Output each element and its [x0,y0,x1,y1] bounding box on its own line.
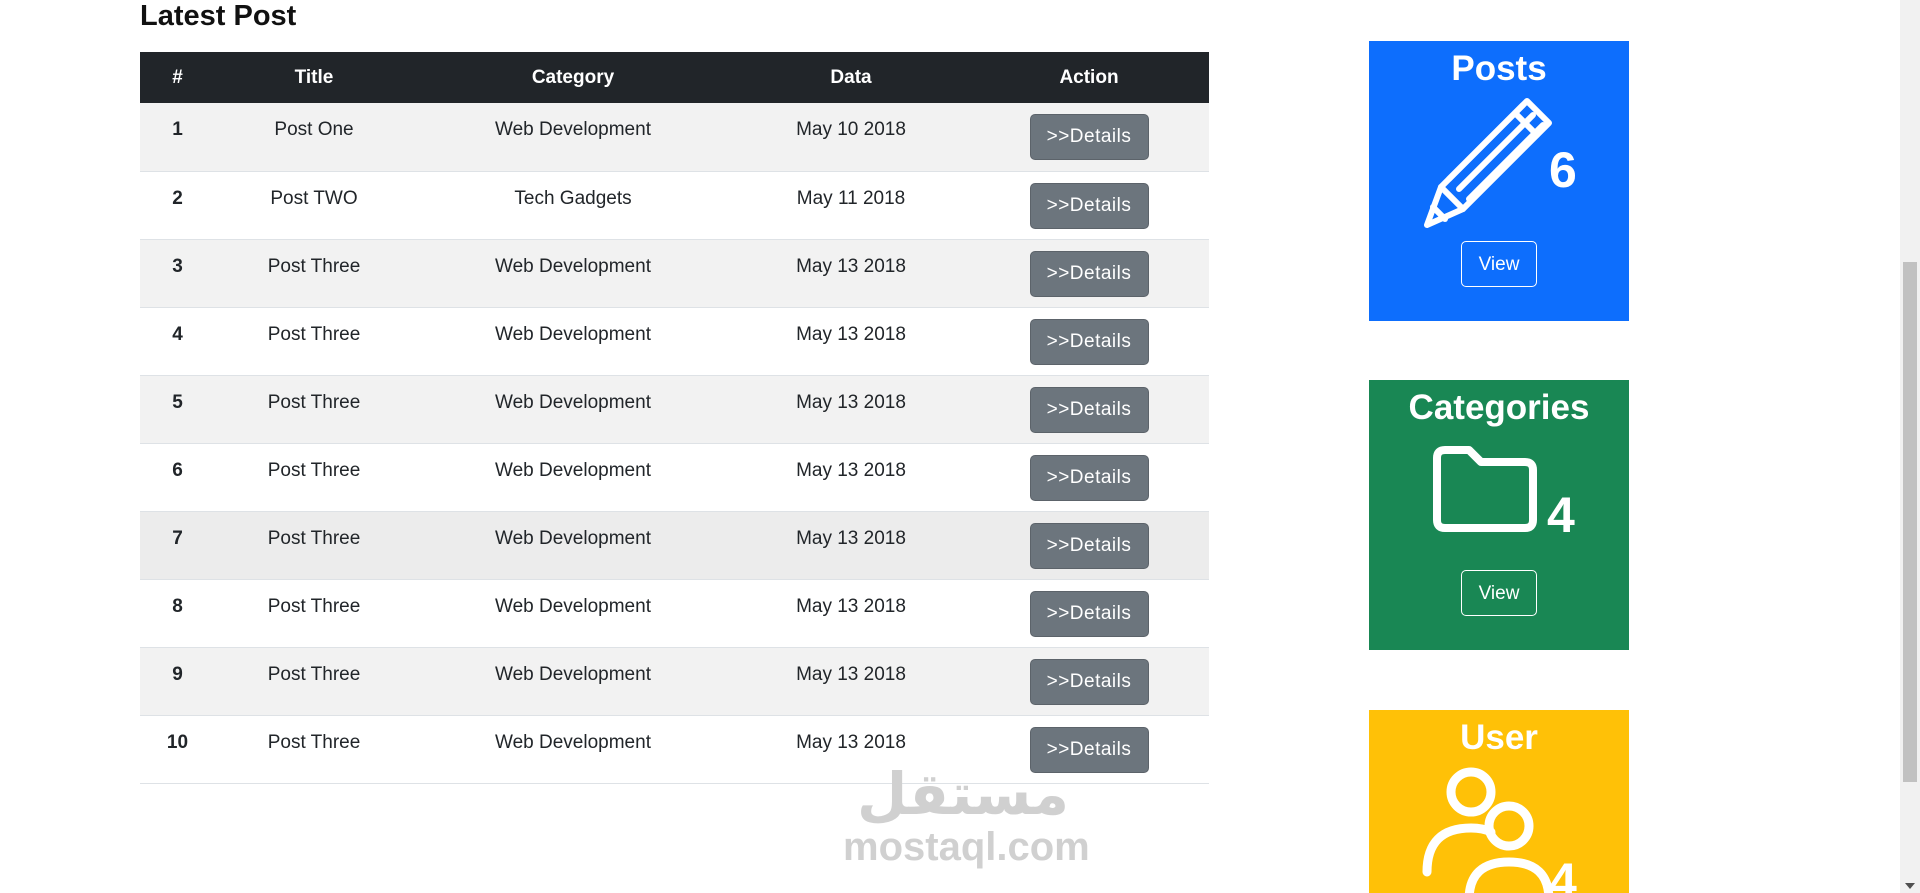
row-date: May 10 2018 [796,119,906,140]
watermark-latin: mostaql.com [843,825,1090,869]
row-title: Post Three [267,595,361,617]
folder-icon [1433,446,1537,532]
page-title: Latest Post [140,0,297,32]
details-button[interactable]: >>Details [1029,454,1149,501]
details-button[interactable]: >>Details [1029,522,1149,569]
row-number: 6 [172,459,183,481]
row-number: 7 [172,527,183,549]
row-action: >>Details [969,579,1209,647]
row-action: >>Details [969,511,1209,579]
details-button[interactable]: >>Details [1029,318,1149,365]
details-button[interactable]: >>Details [1029,590,1149,637]
row-category: Web Development [495,527,651,549]
row-action: >>Details [969,239,1209,307]
row-number: 10 [166,731,189,753]
row-number: 5 [172,391,183,413]
row-title: Post Three [267,663,361,685]
page: Latest Post # Title Category Data Action… [0,0,1920,893]
row-date: May 13 2018 [796,323,906,345]
row-category: Web Development [495,459,651,481]
row-date: May 11 2018 [796,187,906,209]
posts-count: 6 [1549,142,1577,198]
row-action: >>Details [969,647,1209,715]
row-category: Web Development [495,595,651,617]
row-date: May 13 2018 [796,255,906,277]
details-button[interactable]: >>Details [1029,182,1149,229]
latest-posts-table: # Title Category Data Action 1 Post One We… [140,52,1209,784]
row-title: Post Three [267,731,361,753]
posts-card-body: 6 [1369,91,1629,241]
posts-card: Posts 6 View [1369,41,1629,321]
table-row: 3 Post Three Web Development May 13 2018 >>D… [140,239,1209,307]
users-card-title: User [1460,718,1538,757]
row-number: 8 [172,595,183,617]
row-title: Post Three [267,459,361,481]
categories-card: Categories 4 View [1369,380,1629,650]
row-number: 9 [172,663,183,685]
row-category: Web Development [495,323,651,345]
categories-card-title: Categories [1408,388,1590,427]
row-title: Post One [274,119,354,140]
table-header-row: # Title Category Data Action [140,52,1209,103]
categories-count: 4 [1547,487,1575,543]
users-card-body: 4 [1369,760,1629,893]
column-header-date: Data [830,66,872,88]
scroll-down-arrow-icon[interactable] [1905,883,1915,889]
table-row: 7 Post Three Web Development May 13 2018 >>D… [140,511,1209,579]
row-category: Web Development [495,731,651,753]
row-action: >>Details [969,375,1209,443]
table-row: 2 Post TWO Tech Gadgets May 11 2018 >>Detail… [140,171,1209,239]
details-button[interactable]: >>Details [1029,250,1149,297]
watermark-arabic: مستقل [856,760,1070,828]
row-title: Post Three [267,391,361,413]
row-title: Post Three [267,527,361,549]
row-category: Web Development [495,119,651,140]
row-title: Post Three [267,255,361,277]
details-button[interactable]: >>Details [1029,114,1149,160]
row-number: 4 [172,323,183,345]
row-action: >>Details [969,443,1209,511]
table-row: 1 Post One Web Development May 10 2018 >>Det… [140,103,1209,171]
column-header-category: Category [531,66,615,88]
table-row: 6 Post Three Web Development May 13 2018 >>D… [140,443,1209,511]
posts-view-button[interactable]: View [1461,241,1537,287]
row-category: Web Development [495,391,651,413]
row-action: >>Details [969,307,1209,375]
table-row: 4 Post Three Web Development May 13 2018 >>D… [140,307,1209,375]
table-row: 9 Post Three Web Development May 13 2018 >>D… [140,647,1209,715]
column-header-title: Title [294,66,334,88]
details-button[interactable]: >>Details [1029,386,1149,433]
watermark: مستقل mostaql.com [843,760,1090,869]
row-date: May 13 2018 [796,459,906,481]
row-category: Tech Gadgets [514,187,632,209]
row-number: 2 [172,187,183,209]
table-row: 5 Post Three Web Development May 13 2018 >>D… [140,375,1209,443]
row-title: Post Three [267,323,361,345]
row-title: Post TWO [270,187,358,209]
row-category: Web Development [495,663,651,685]
row-date: May 13 2018 [796,663,906,685]
categories-view-button[interactable]: View [1461,570,1537,616]
users-icon [1422,767,1554,893]
table-row: 8 Post Three Web Development May 13 2018 >>D… [140,579,1209,647]
scrollbar-thumb[interactable] [1903,262,1917,782]
categories-card-body: 4 [1369,430,1629,570]
row-category: Web Development [495,255,651,277]
vertical-scrollbar[interactable] [1900,0,1920,893]
row-date: May 13 2018 [796,391,906,413]
row-date: May 13 2018 [796,527,906,549]
users-count: 4 [1549,853,1577,893]
row-action: >>Details [969,103,1209,171]
row-number: 3 [172,255,183,277]
row-action: >>Details [969,171,1209,239]
users-card: User 4 [1369,710,1629,893]
column-header-action: Action [1059,66,1119,88]
posts-card-title: Posts [1451,49,1547,88]
row-number: 1 [172,119,183,140]
pencil-icon [1424,98,1552,228]
row-date: May 13 2018 [796,595,906,617]
column-header-number: # [172,66,183,88]
details-button[interactable]: >>Details [1029,658,1149,705]
